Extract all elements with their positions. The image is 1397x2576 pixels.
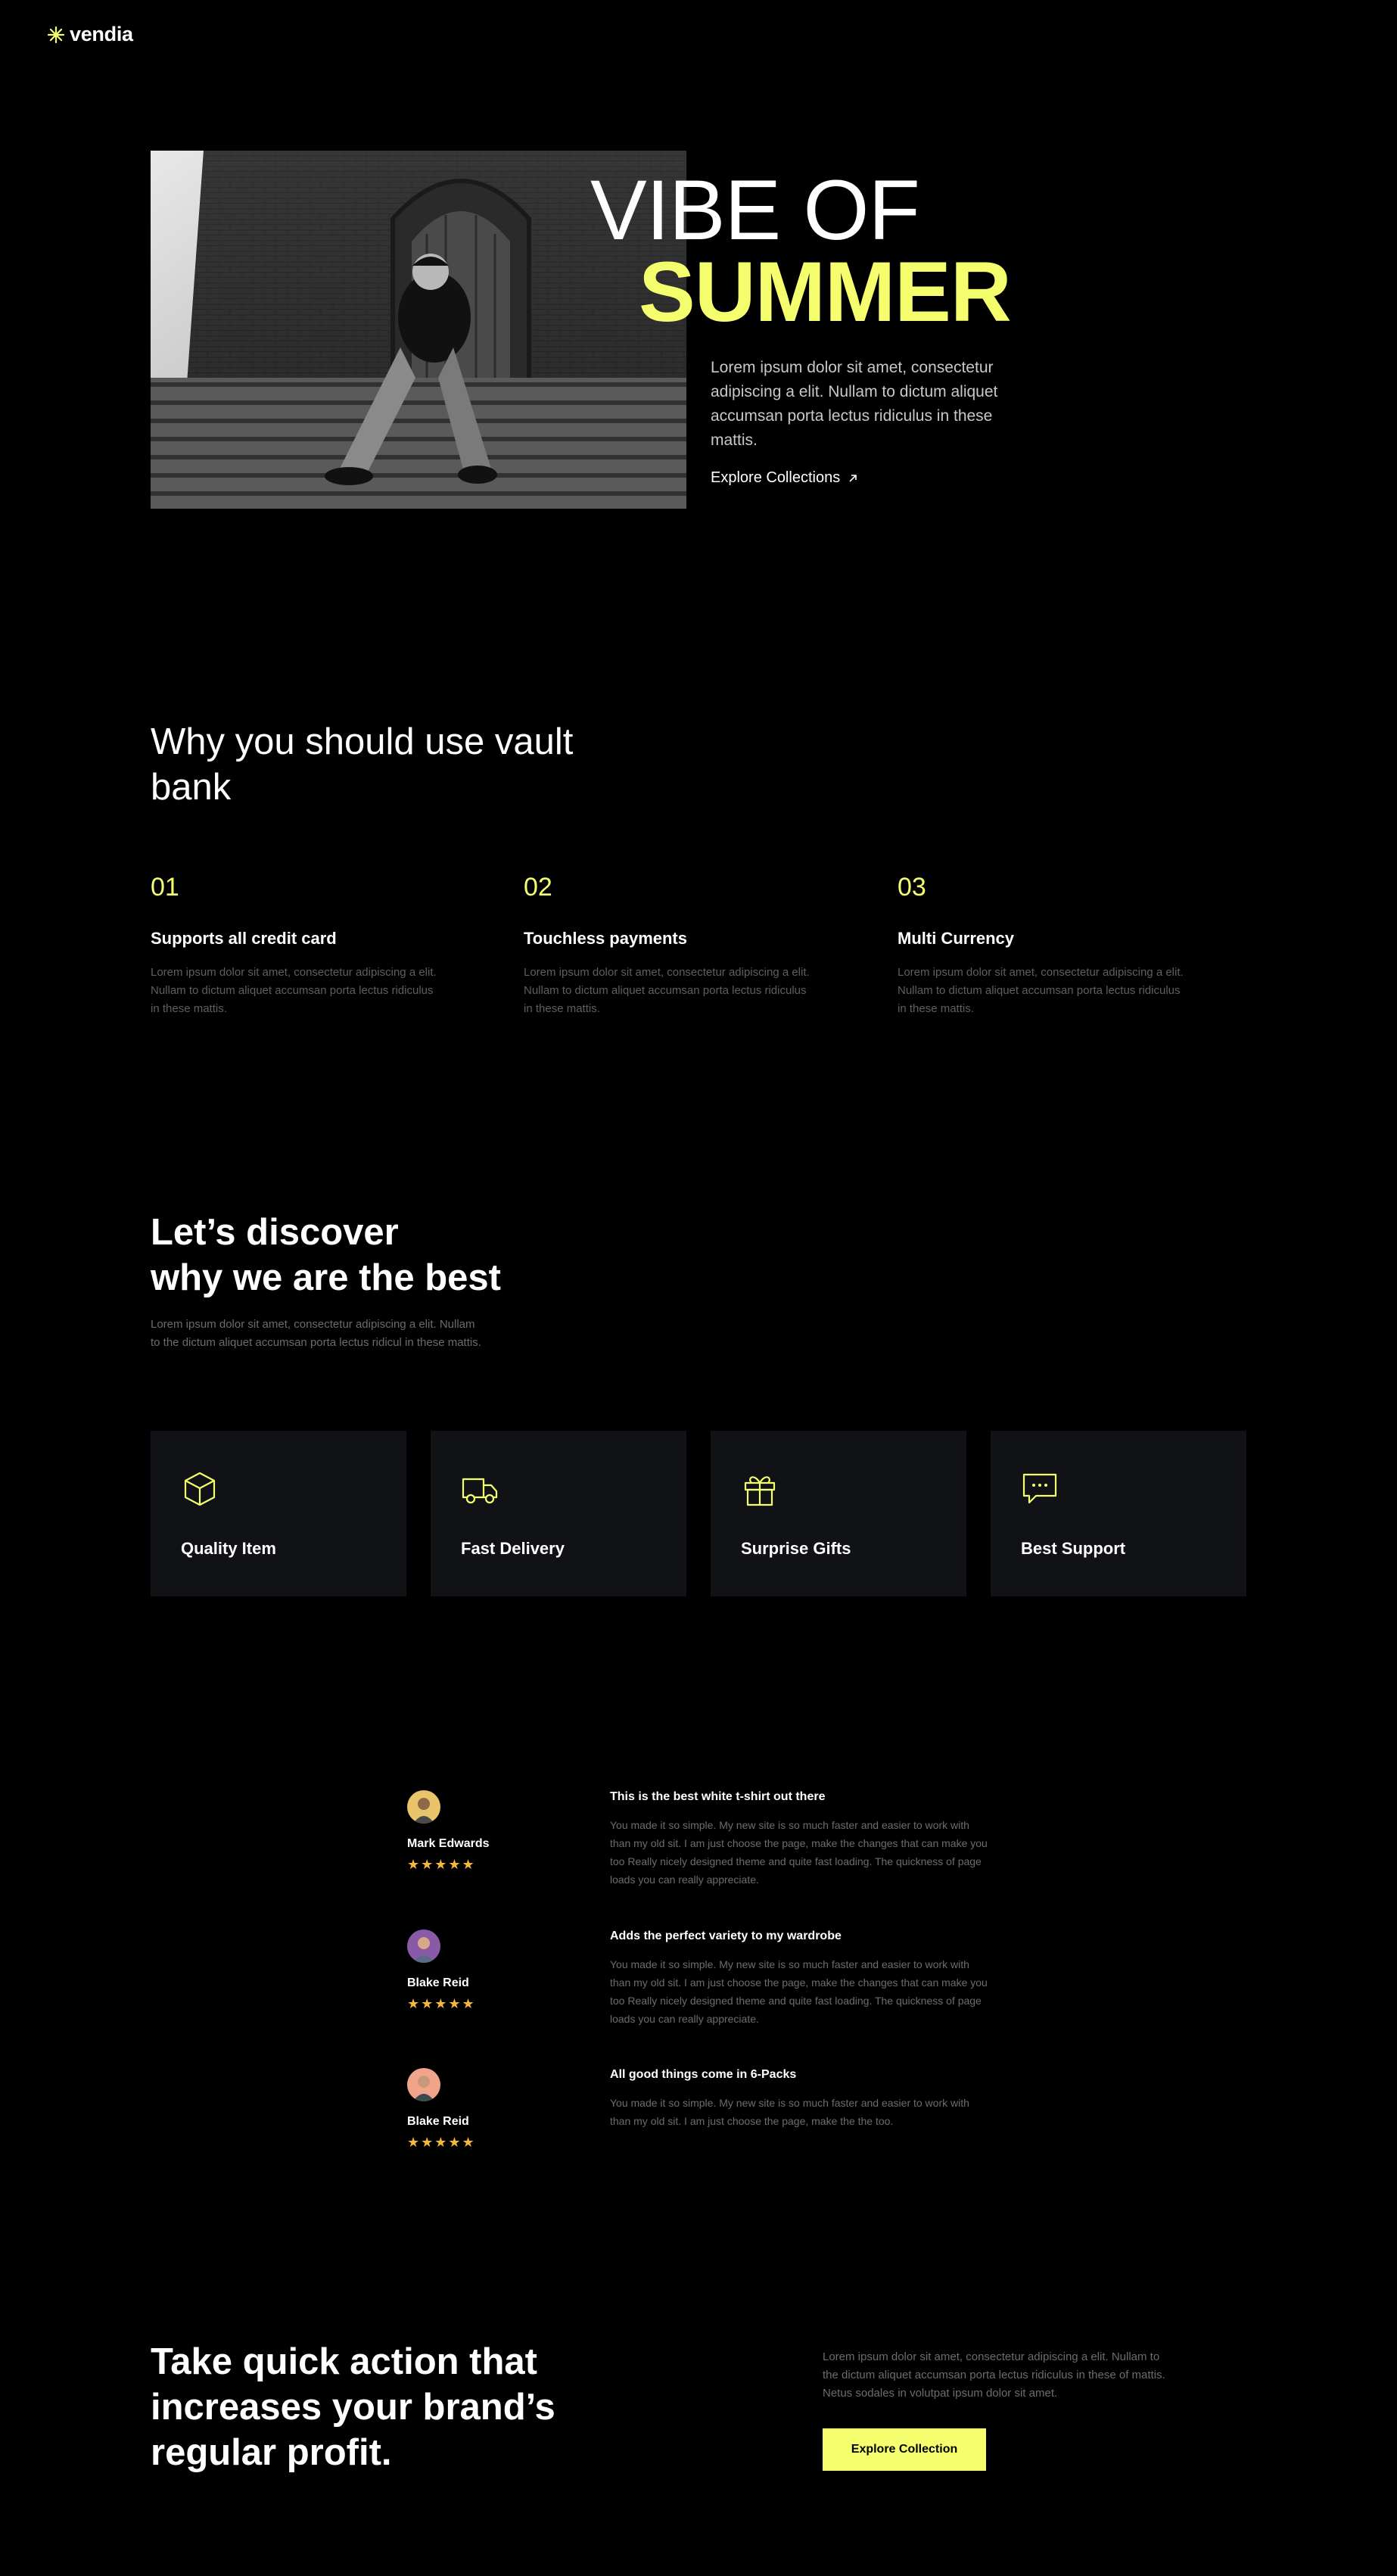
review-body: You made it so simple. My new site is so… [610,2097,969,2127]
feature-description: Lorem ipsum dolor sit amet, consectetur … [151,966,437,1015]
feature-description: Lorem ipsum dolor sit amet, consectetur … [524,966,810,1015]
review-title: This is the best white t-shirt out there [610,1790,826,1803]
feature-card-delivery[interactable]: Fast Delivery [431,1431,686,1596]
explore-collection-button[interactable]: Explore Collection [823,2428,986,2471]
cta-title: Take quick action that increases your br… [151,2341,555,2473]
hero-title-line1: VIBE OF [590,163,920,257]
gift-icon [744,1476,776,1506]
review-item: Blake Reid ★★★★★ All good things come in… [407,2068,990,2166]
hero-description: Lorem ipsum dolor sit amet, consectetur … [711,359,998,449]
discover-title-line2: why we are the best [151,1257,501,1298]
feature-number: 02 [524,873,552,902]
review-title: Adds the perfect variety to my wardrobe [610,1930,842,1942]
discover-title-line1: Let’s discover [151,1212,399,1253]
card-label: Fast Delivery [461,1539,565,1558]
feature-card-gifts[interactable]: Surprise Gifts [711,1431,966,1596]
brand-logo[interactable]: vendia [47,23,133,46]
feature-title: Touchless payments [524,929,687,948]
explore-collections-label: Explore Collections [711,469,841,486]
feature-description: Lorem ipsum dolor sit amet, consectetur … [898,966,1184,1015]
person-avatar-icon [413,2076,434,2101]
avatar [407,1790,440,1824]
brand-name: vendia [70,23,133,45]
review-body: You made it so simple. My new site is so… [610,1819,988,1886]
discover-description: Lorem ipsum dolor sit amet, consectetur … [151,1318,481,1349]
explore-collections-link[interactable]: Explore Collections [711,469,858,487]
discover-section-title: Let’s discover why we are the best [151,1210,605,1300]
card-label: Surprise Gifts [741,1539,851,1558]
feature-title: Multi Currency [898,929,1015,948]
avatar [407,2068,440,2101]
cta-description: Lorem ipsum dolor sit amet, consectetur … [823,2350,1165,2400]
star-rating: ★★★★★ [407,1996,476,2011]
review-item: Blake Reid ★★★★★ Adds the perfect variet… [407,1930,990,2043]
truck-icon [462,1478,498,1504]
reviewer-name: Blake Reid [407,2115,469,2128]
chat-bubble-icon [1022,1473,1057,1504]
card-label: Best Support [1021,1539,1126,1558]
person-avatar-icon [413,1937,434,1963]
review-body: You made it so simple. My new site is so… [610,1958,988,2025]
feature-title: Supports all credit card [151,929,337,948]
feature-card-quality[interactable]: Quality Item [151,1431,406,1596]
card-label: Quality Item [181,1539,276,1558]
feature-item: 02 Touchless payments Lorem ipsum dolor … [524,874,826,1018]
review-item: Mark Edwards ★★★★★ This is the best whit… [407,1790,990,1904]
feature-item: 03 Multi Currency Lorem ipsum dolor sit … [898,874,1200,1018]
star-rating: ★★★★★ [407,2135,476,2150]
hero-title-line2: SUMMER [639,245,1012,339]
avatar [407,1930,440,1963]
feature-number: 01 [151,873,179,902]
reviewer-name: Blake Reid [407,1976,469,1989]
arrow-up-right-icon [849,474,857,482]
feature-item: 01 Supports all credit card Lorem ipsum … [151,874,453,1018]
feature-number: 03 [898,873,926,902]
reviewer-name: Mark Edwards [407,1837,490,1850]
feature-card-support[interactable]: Best Support [991,1431,1246,1596]
why-section-title: Why you should use vault bank [151,721,574,808]
review-title: All good things come in 6-Packs [610,2068,797,2081]
person-avatar-icon [413,1798,434,1824]
box-icon [184,1472,216,1506]
asterisk-logo-icon [47,26,65,43]
star-rating: ★★★★★ [407,1857,476,1872]
